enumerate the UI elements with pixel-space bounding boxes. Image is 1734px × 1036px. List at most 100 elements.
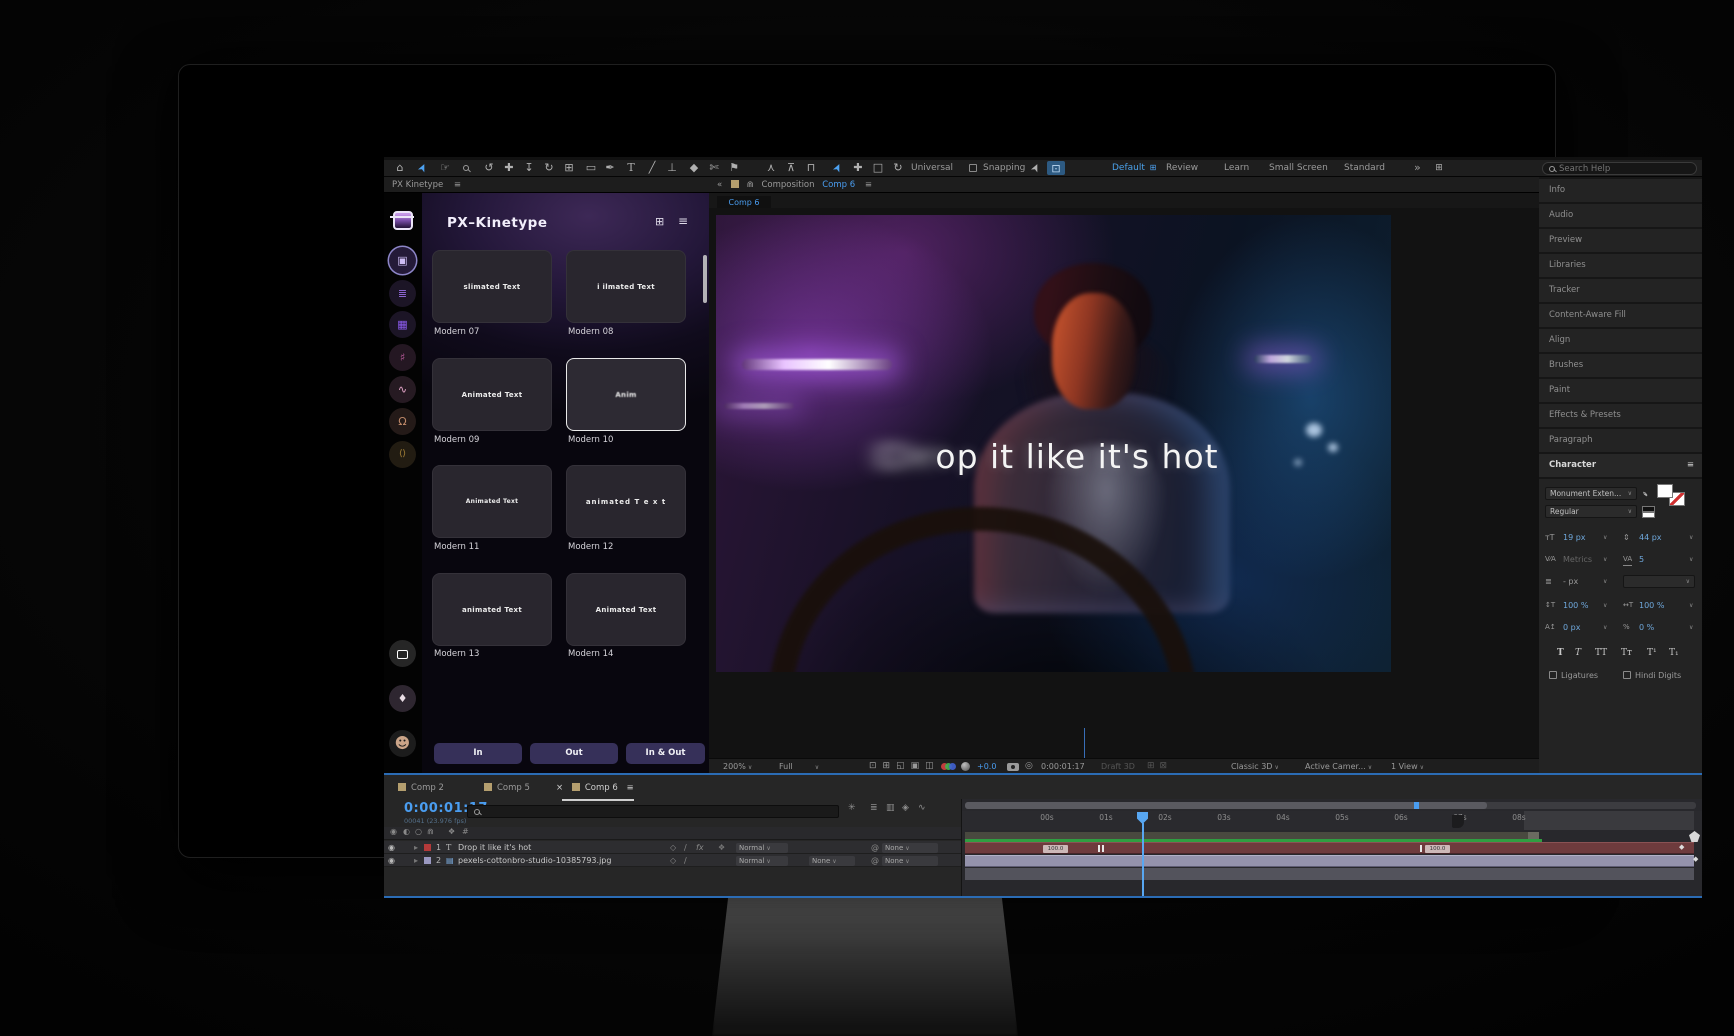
layer-name[interactable]: pexels-cottonbro-studio-10385793.jpg [458,854,611,867]
parent-dropdown[interactable]: None∨ [882,856,938,866]
composition-panel-tab[interactable]: « ⋒ Composition Comp 6 ≡ [709,177,1539,193]
comp-mini-flowchart-icon[interactable]: ✳ [848,803,856,813]
motion-blur-switch-icon[interactable]: ❖ [718,841,725,854]
tab-menu-icon[interactable]: ≡ [626,783,633,793]
axis-local-icon[interactable]: ⋏ [762,160,780,176]
panel-libraries[interactable]: Libraries [1539,254,1702,277]
parent-pickwhip-icon[interactable]: @ [871,854,879,867]
panel-preview[interactable]: Preview [1539,229,1702,252]
adjust-exposure-icon[interactable] [961,762,970,771]
viewer-option-icons[interactable]: ⊡⊞◱▣◫ [869,759,940,774]
horizontal-scale-value[interactable]: 100 % [1639,599,1664,612]
layer-bar-footage[interactable] [965,855,1694,867]
workspace-standard[interactable]: Standard [1344,160,1385,176]
motion-blur-icon[interactable]: ◈ [902,803,909,813]
subscript-button[interactable]: T₁ [1669,647,1679,660]
panel-back-icon[interactable]: « [717,180,722,190]
ligatures-checkbox[interactable]: Ligatures [1549,669,1598,682]
quality-slash-icon[interactable]: ∕ [684,854,687,867]
px-wave-icon[interactable]: ∿ [389,376,416,403]
quality-switch-icon[interactable]: ◇ [670,854,676,867]
layer-bar-text[interactable]: 100.0 100.0 ◆ [965,842,1694,854]
template-card-modern-13[interactable]: animated Text [432,573,552,646]
time-ruler[interactable]: 00s 01s 02s 03s 04s 05s 06s 07s 08s [962,811,1702,830]
px-menu-icon[interactable]: ≡ [678,214,688,228]
search-help-input[interactable] [1559,164,1690,174]
layer-row-2[interactable]: ◉ ▸ 2 ▤ pexels-cottonbro-studio-10385793… [384,854,961,867]
character-menu-icon[interactable]: ≡ [1687,454,1694,477]
viewer-timecode[interactable]: 0:00:01:17 [1041,759,1085,774]
font-family-dropdown[interactable]: Monument Exten...∨ [1545,487,1637,500]
kerning-value[interactable]: Metrics [1563,553,1592,566]
template-card-modern-08[interactable]: i ilmated Text [566,250,686,323]
eraser-tool-icon[interactable]: ◆ [685,160,703,176]
marker-bin-icon[interactable] [1689,831,1700,842]
panel-paragraph[interactable]: Paragraph [1539,429,1702,452]
px-grid-icon[interactable]: ▦ [389,311,416,338]
baseline-shift-value[interactable]: 0 px [1563,621,1580,634]
brush-tool-icon[interactable]: ╱ [643,160,661,176]
panel-brushes[interactable]: Brushes [1539,354,1702,377]
template-card-modern-14[interactable]: Animated Text [566,573,686,646]
keyframe-tick[interactable] [1102,845,1104,852]
eyedropper-icon[interactable]: ✒ [1638,487,1652,501]
channel-rgb-icon[interactable] [941,763,955,771]
timeline-tab-comp2[interactable]: Comp 2 [398,779,444,797]
fx-switch-icon[interactable]: fx [696,841,704,854]
view-layout-dropdown[interactable]: 1 View∨ [1391,759,1424,774]
zoom-tool-icon[interactable] [457,160,475,176]
draft-3d-icon[interactable]: ≣ [870,803,878,813]
in-out-button[interactable]: In & Out [626,743,705,764]
layer-color-swatch[interactable] [424,844,431,851]
faux-italic-button[interactable]: T [1575,647,1581,660]
keyframe-tick[interactable] [1098,845,1100,852]
work-area-bar[interactable] [965,832,1534,839]
leading-value[interactable]: 44 px [1639,531,1662,544]
px-view-grid-icon[interactable]: ⊞ [655,215,664,228]
blend-mode-dropdown[interactable]: Normal∨ [736,843,788,853]
faux-bold-button[interactable]: T [1557,647,1564,660]
timeline-search-input[interactable] [484,807,832,817]
in-button[interactable]: In [434,743,522,764]
template-card-modern-07[interactable]: slimated Text [432,250,552,323]
template-card-modern-09[interactable]: Animated Text [432,358,552,431]
axis-world-icon[interactable]: ⊼ [782,160,800,176]
timeline-tab-comp6-active[interactable]: × Comp 6 ≡ [556,779,634,797]
edge-keyframe-icon[interactable]: ◆ [1693,855,1698,863]
axis-view-icon[interactable]: ⊓ [802,160,820,176]
panel-audio[interactable]: Audio [1539,204,1702,227]
type-tool-icon[interactable]: T [622,160,640,176]
search-help-field[interactable] [1542,162,1697,175]
panel-tracker[interactable]: Tracker [1539,279,1702,302]
orbit-camera-tool-icon[interactable]: ↺ [480,160,498,176]
fill-over-stroke-swatch[interactable] [1642,512,1655,518]
px-tab-menu-icon[interactable]: ≡ [454,180,461,190]
font-size-value[interactable]: 19 px [1563,531,1586,544]
shape-tool-icon[interactable]: ▭ [582,160,600,176]
font-style-dropdown[interactable]: Regular∨ [1545,505,1637,518]
panel-paint[interactable]: Paint [1539,379,1702,402]
px-avatar[interactable]: ☻ [389,730,416,757]
timeline-tab-comp5[interactable]: Comp 5 [484,779,530,797]
px-logo-icon[interactable] [393,211,413,230]
work-area-end-handle[interactable] [1528,832,1539,839]
workspace-overflow-chevrons[interactable]: » [1414,160,1421,176]
timeline-navigator-thumb[interactable] [965,802,1487,809]
gizmo-position-icon[interactable]: ✚ [849,160,867,176]
snapshot-camera-icon[interactable] [1007,763,1019,771]
renderer-dropdown[interactable]: Classic 3D∨ [1231,759,1279,774]
snap-grid-icon[interactable]: ⊡ [1047,161,1065,175]
composition-canvas[interactable]: Drop it like it's hot [716,215,1391,672]
workspace-learn[interactable]: Learn [1224,160,1249,176]
home-icon[interactable]: ⌂ [391,160,409,176]
stroke-width-value[interactable]: - px [1563,575,1578,588]
tracking-value[interactable]: 5 [1639,553,1644,566]
fast-preview-icons[interactable]: ⊞⊠ [1147,759,1172,774]
pan-behind-tool-icon[interactable]: ⊞ [560,160,578,176]
hand-tool-icon[interactable]: ☞ [436,160,454,176]
snapping-checkbox[interactable] [969,164,977,172]
panel-info[interactable]: Info [1539,179,1702,202]
track-matte-dropdown[interactable]: None∨ [809,856,855,866]
px-presets-icon[interactable]: ▣ [389,247,416,274]
layer-name[interactable]: Drop it like it's hot [458,841,531,854]
